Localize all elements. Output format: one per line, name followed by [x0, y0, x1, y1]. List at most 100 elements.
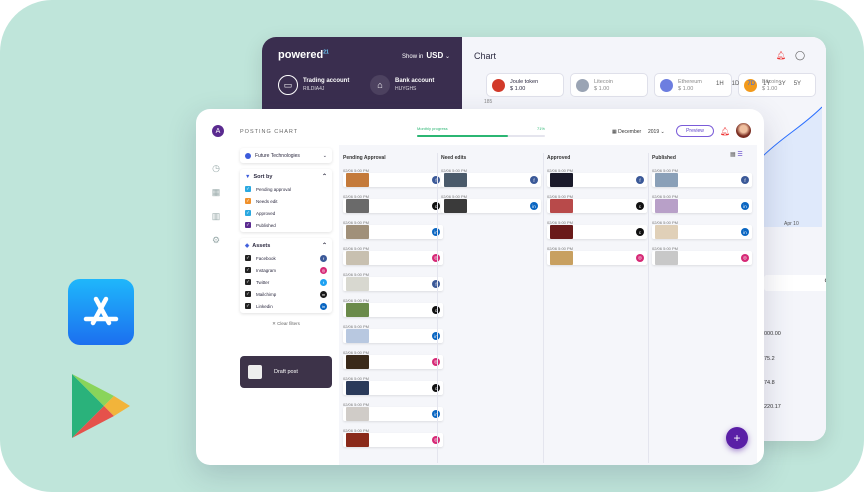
sort-option[interactable]: ✓ Published — [245, 222, 327, 228]
checkbox[interactable]: ✓ — [245, 279, 251, 285]
draft-post-button[interactable]: Draft post — [240, 356, 332, 388]
post-card[interactable]: 02/06 5:00 PM f — [652, 169, 752, 188]
checkbox[interactable]: ✓ — [245, 303, 251, 309]
post-card[interactable]: 02/06 5:00 PM c — [343, 299, 443, 318]
settings-icon[interactable]: ⚙ — [210, 235, 222, 246]
column-divider — [437, 153, 438, 463]
timeframe-tab[interactable]: 1H — [716, 81, 724, 87]
month-select[interactable]: ▦ December — [612, 129, 641, 135]
linkedin-icon: in — [741, 228, 749, 236]
view-toggle[interactable]: ▦ ☰ — [730, 151, 743, 158]
mailchimp-icon: c — [432, 202, 440, 210]
trading-account[interactable]: ▭ Trading account RILDIA4J — [278, 75, 349, 95]
post-card[interactable]: 02/06 5:00 PM ◎ — [343, 429, 443, 448]
checkbox[interactable]: ✓ — [245, 291, 251, 297]
asset-option[interactable]: ✓ Mailchimp m — [245, 290, 327, 298]
post-card[interactable]: 02/06 5:00 PM c — [343, 377, 443, 396]
bell-icon[interactable]: 🔔︎ — [776, 51, 786, 60]
preview-button[interactable]: Preview — [676, 125, 714, 137]
google-play-icon[interactable] — [66, 372, 134, 440]
linkedin-icon: in — [741, 202, 749, 210]
mailchimp-icon: c — [432, 384, 440, 392]
checkbox[interactable]: ✓ — [245, 186, 251, 192]
token-card[interactable]: Litecoin $ 1.00 — [570, 73, 648, 97]
timeframe-tab[interactable]: 5Y — [794, 81, 801, 87]
year-select[interactable]: 2019 ⌄ — [648, 129, 665, 135]
post-thumbnail — [550, 225, 573, 239]
clock-icon[interactable]: ◷ — [210, 163, 222, 174]
post-thumbnail — [655, 225, 678, 239]
clear-filters-button[interactable]: ✕ Clear filters — [240, 321, 332, 327]
sort-option[interactable]: ✓ Needs edit — [245, 198, 327, 204]
grid-icon[interactable]: ▦ — [210, 187, 222, 198]
post-thumbnail — [655, 173, 678, 187]
post-card[interactable]: 02/06 5:00 PM f — [441, 169, 541, 188]
post-thumbnail — [655, 199, 678, 213]
post-card[interactable]: 02/06 5:00 PM f — [547, 169, 647, 188]
post-card[interactable]: 02/06 5:00 PM ◎ — [343, 351, 443, 370]
post-card[interactable]: 02/06 5:00 PM in — [441, 195, 541, 214]
token-icon — [492, 78, 505, 92]
wallet-icon: ▭ — [278, 75, 298, 95]
asset-option[interactable]: ✓ Facebook f — [245, 254, 327, 262]
chart-icon[interactable]: ▥ — [210, 211, 222, 222]
collapse-icon[interactable]: ⌃ — [322, 242, 327, 249]
post-thumbnail — [346, 355, 369, 369]
avatar[interactable] — [736, 123, 751, 138]
post-thumbnail — [346, 433, 369, 447]
mailchimp-icon: c — [432, 306, 440, 314]
post-card[interactable]: 02/06 5:00 PM c — [547, 221, 647, 240]
sort-option[interactable]: ✓ Pending approval — [245, 186, 327, 192]
asset-option[interactable]: ✓ Linkedin in — [245, 302, 327, 310]
axis-date: Apr 10 — [784, 221, 799, 227]
side-nav: ◷ ▦ ▥ ⚙ — [210, 163, 222, 246]
page-title: POSTING CHART — [240, 129, 299, 135]
value-list: 000.00 75.2 74.8 220.17 — [764, 331, 781, 410]
checkbox[interactable]: ✓ — [245, 198, 251, 204]
post-card[interactable]: 02/06 5:00 PM in — [343, 403, 443, 422]
post-card[interactable]: 02/06 5:00 PM ◎ — [343, 247, 443, 266]
filters-panel: Future Technologies ⌄ ▼ Sort by ⌃ ✓ Pending … — [240, 145, 332, 327]
token-card[interactable]: Joule token $ 1.00 — [486, 73, 564, 97]
workspace-select[interactable]: Future Technologies ⌄ — [240, 148, 332, 163]
asset-option[interactable]: ✓ Twitter t — [245, 278, 327, 286]
grid-view-icon: ▦ — [730, 152, 736, 158]
timeframe-tab[interactable]: 7D — [747, 81, 755, 87]
posting-window: A POSTING CHART Monthly progress 71% ▦ D… — [196, 109, 764, 465]
checkbox[interactable]: ✓ — [245, 210, 251, 216]
app-store-icon[interactable] — [68, 279, 134, 345]
post-card[interactable]: 02/06 5:00 PM in — [343, 325, 443, 344]
board-column: Need edits 02/06 5:00 PM f 02/06 5:00 PM in — [441, 155, 541, 465]
post-card[interactable]: 02/06 5:00 PM ◎ — [547, 247, 647, 266]
post-card[interactable]: 02/06 5:00 PM c — [343, 195, 443, 214]
timeframe-tab[interactable]: 3Y — [778, 81, 785, 87]
post-card[interactable]: 02/06 5:00 PM in — [343, 221, 443, 240]
checkbox[interactable]: ✓ — [245, 222, 251, 228]
facebook-icon: f — [432, 176, 440, 184]
post-card[interactable]: 02/06 5:00 PM ◎ — [652, 247, 752, 266]
checkbox[interactable]: ✓ — [245, 255, 251, 261]
instagram-icon: ◎ — [320, 266, 327, 274]
add-post-button[interactable]: + — [726, 427, 748, 449]
filter-icon: ▼ — [245, 173, 251, 180]
post-card[interactable]: 02/06 5:00 PM c — [547, 195, 647, 214]
timeframe-tab[interactable]: 1D — [732, 81, 740, 87]
post-card[interactable]: 02/06 5:00 PM f — [343, 169, 443, 188]
post-thumbnail — [346, 407, 369, 421]
currency-select[interactable]: Show in USD ⌄ — [402, 51, 450, 60]
instagram-icon: ◎ — [432, 254, 440, 262]
asset-option[interactable]: ✓ Instagram ◎ — [245, 266, 327, 274]
sort-option[interactable]: ✓ Approved — [245, 210, 327, 216]
notification-icon[interactable]: 🔔︎ — [720, 127, 730, 136]
checkbox[interactable]: ✓ — [245, 267, 251, 273]
column-title: Pending Approval — [343, 155, 386, 161]
post-card[interactable]: 02/06 5:00 PM f — [343, 273, 443, 292]
collapse-icon[interactable]: ⌃ — [322, 173, 327, 180]
post-card[interactable]: 02/06 5:00 PM in — [652, 221, 752, 240]
bank-account[interactable]: ⌂ Bank account HUYGHS — [370, 75, 434, 95]
post-card[interactable]: 02/06 5:00 PM in — [652, 195, 752, 214]
search-input[interactable]: ⚲ — [764, 275, 826, 291]
timeframe-tab[interactable]: 1Y — [763, 81, 770, 87]
kanban-board: Pending Approval 02/06 5:00 PM f 02/06 5:00… — [339, 145, 757, 465]
user-icon[interactable]: ◯ — [795, 50, 805, 61]
